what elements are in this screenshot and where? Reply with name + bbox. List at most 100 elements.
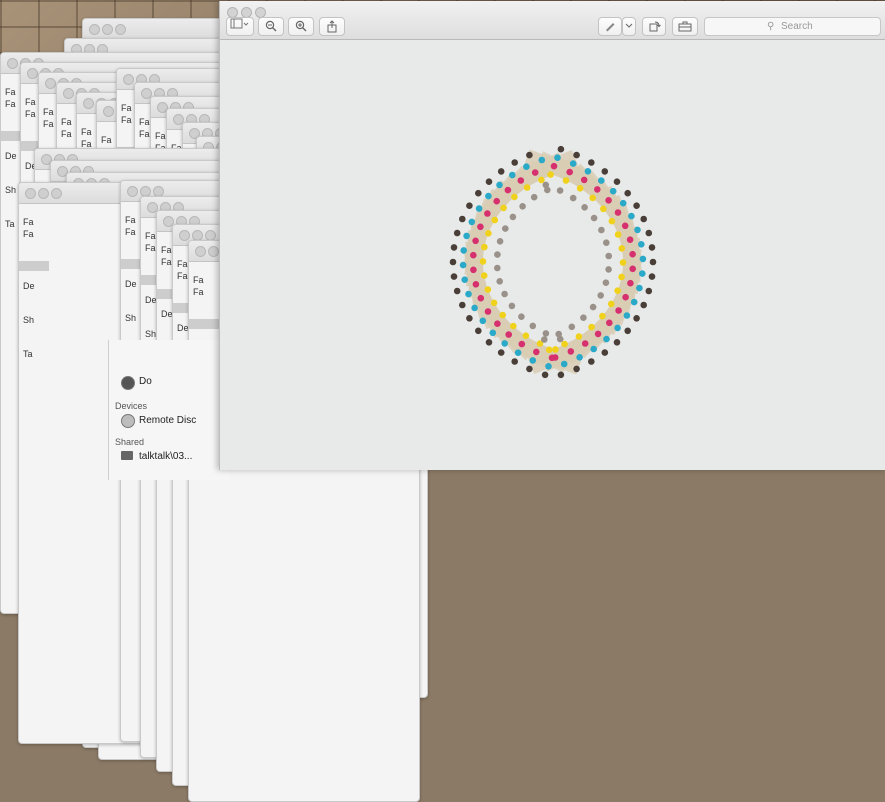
dot-mark <box>530 193 538 201</box>
dot-mark <box>629 250 636 258</box>
dot-mark <box>511 159 518 166</box>
markup-button[interactable] <box>598 17 622 36</box>
dot-mark <box>481 243 488 251</box>
sidebar-row-fragment: De <box>23 281 35 291</box>
dot-mark <box>581 340 589 347</box>
dot-mark <box>567 348 575 355</box>
dot-mark <box>541 336 548 343</box>
dot-mark <box>554 154 561 161</box>
sidebar-item-shared-computer[interactable]: talktalk\03... <box>139 451 192 462</box>
dot-mark <box>614 231 622 238</box>
sidebar-row-fragment: Sh <box>145 329 157 339</box>
zoom-out-icon <box>265 20 277 32</box>
dot-mark <box>649 258 657 266</box>
dot-mark <box>560 360 568 368</box>
dot-mark <box>545 363 552 370</box>
dot-mark <box>522 332 530 340</box>
window-control-dot <box>89 24 100 35</box>
dot-mark <box>450 273 458 280</box>
dot-mark <box>648 273 656 280</box>
window-control-dot <box>7 58 18 69</box>
dot-mark <box>459 215 466 223</box>
dot-mark <box>639 255 647 263</box>
dot-mark <box>494 264 501 272</box>
dot-mark <box>629 265 636 273</box>
dot-mark <box>551 354 559 361</box>
dot-mark <box>475 205 483 212</box>
dot-mark <box>573 365 580 373</box>
rotate-button[interactable] <box>642 17 666 36</box>
zoom-in-icon <box>295 20 307 32</box>
zoom-in-button[interactable] <box>288 17 314 36</box>
sidebar-row-fragment: Fa <box>139 129 150 139</box>
window-control-dot <box>45 78 56 89</box>
dot-mark <box>509 171 516 179</box>
sidebar-row-fragment: De <box>145 295 157 305</box>
dot-mark <box>589 303 597 311</box>
zoom-out-button[interactable] <box>258 17 284 36</box>
dot-mark <box>526 365 533 373</box>
dot-mark <box>628 212 635 220</box>
sidebar-row-fragment: De <box>125 279 137 289</box>
dot-mark <box>505 331 512 338</box>
dot-mark <box>449 258 457 266</box>
dot-mark <box>547 171 554 178</box>
dot-mark <box>568 323 576 331</box>
dot-mark <box>479 258 487 265</box>
dot-mark <box>619 199 627 207</box>
dot-mark <box>479 317 487 325</box>
sidebar-item-remote-disc[interactable]: Remote Disc <box>139 415 196 426</box>
sidebar-row-fragment: Fa <box>25 97 36 107</box>
preview-window: ⚲ Search <box>219 1 885 470</box>
dot-mark <box>508 302 516 310</box>
dot-mark <box>640 301 647 309</box>
dot-mark <box>459 261 467 269</box>
dot-mark <box>599 312 606 320</box>
markup-dropdown[interactable] <box>622 17 636 36</box>
dot-mark <box>581 204 588 211</box>
dot-mark <box>569 160 577 167</box>
sidebar-row-fragment: Fa <box>5 87 16 97</box>
sidebar-toggle-button[interactable] <box>226 17 254 36</box>
dot-mark <box>614 287 621 294</box>
dot-mark <box>475 189 482 197</box>
dot-mark <box>518 313 525 321</box>
share-button[interactable] <box>319 17 345 36</box>
dot-mark <box>468 218 476 226</box>
window-control-dot <box>38 188 49 199</box>
dot-mark <box>496 278 504 285</box>
dot-mark <box>588 358 595 365</box>
dot-mark <box>490 299 498 307</box>
sidebar-item-downloads[interactable]: Do <box>139 376 152 387</box>
dot-mark <box>557 145 565 153</box>
computer-icon <box>121 451 133 460</box>
sidebar-toggle-icon <box>230 18 249 29</box>
dot-mark <box>594 330 602 338</box>
dot-mark <box>618 273 625 281</box>
dot-mark <box>594 186 601 193</box>
dot-mark <box>566 168 573 176</box>
dot-mark <box>598 226 605 234</box>
dot-mark <box>607 300 615 308</box>
dot-mark <box>541 371 549 379</box>
dot-mark <box>621 222 629 230</box>
dot-mark <box>614 209 622 216</box>
dot-mark <box>500 204 507 212</box>
dot-mark <box>633 315 640 322</box>
toolbox-button[interactable] <box>672 17 698 36</box>
window-control-dot <box>25 188 36 199</box>
search-field[interactable]: ⚲ Search <box>704 17 881 36</box>
dot-mark <box>636 284 643 292</box>
dot-mark <box>538 176 545 184</box>
dot-mark <box>485 230 492 237</box>
dot-mark <box>510 322 517 330</box>
sidebar-row-fragment: Ta <box>5 219 15 229</box>
dot-mark <box>497 349 505 356</box>
dot-mark <box>614 324 621 332</box>
dot-mark <box>450 244 458 251</box>
dot-mark <box>542 330 550 337</box>
sidebar-row-fragment: Fa <box>121 103 132 113</box>
dot-mark <box>529 322 537 330</box>
dot-mark <box>602 279 610 286</box>
dot-mark <box>514 349 522 357</box>
